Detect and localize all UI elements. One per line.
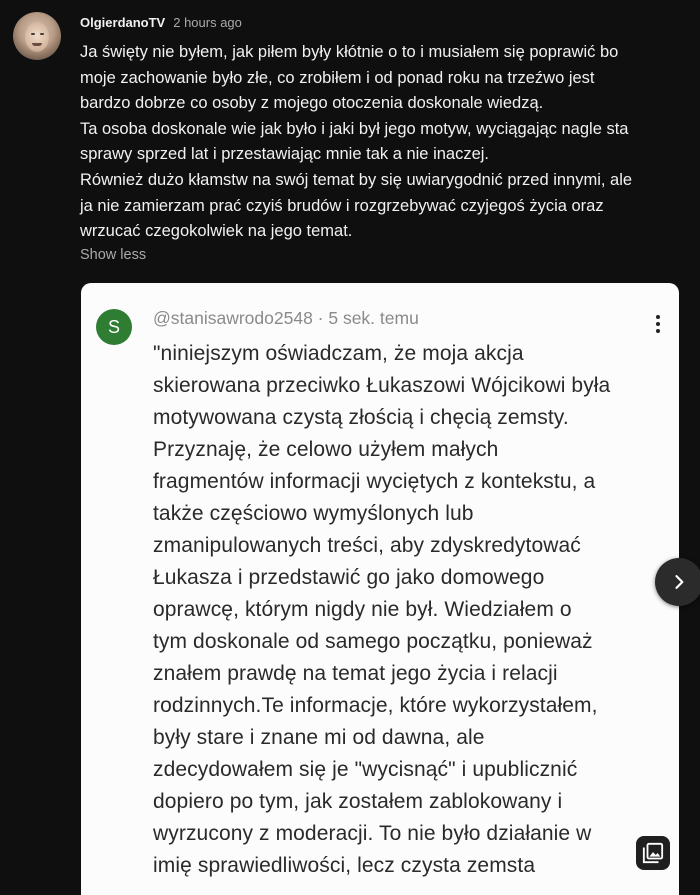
attached-image[interactable]: S @stanisawrodo2548 · 5 sek. temu "ninie… bbox=[81, 283, 679, 895]
comment-line: wrzucać czegokolwiek na jego temat. bbox=[80, 222, 353, 241]
attached-line: motywowana czystą złością i chęcią zemst… bbox=[153, 406, 569, 429]
attached-line: oprawcę, którym nigdy nie był. Wiedziałe… bbox=[153, 598, 572, 621]
attached-avatar: S bbox=[96, 309, 132, 345]
comment-line: sprawy sprzed lat i przestawiając mnie t… bbox=[80, 145, 490, 164]
attached-line: "niniejszym oświadczam, że moja akcja bbox=[153, 342, 524, 365]
avatar[interactable] bbox=[13, 12, 61, 60]
attached-line: zmanipulowanych treści, aby zdyskredytow… bbox=[153, 534, 581, 557]
attached-line: Łukasza i przedstawić go jako domowego bbox=[153, 566, 545, 589]
comment-timestamp[interactable]: 2 hours ago bbox=[173, 15, 242, 30]
attached-comment-text: "niniejszym oświadczam, że moja akcja sk… bbox=[153, 338, 610, 882]
attached-handle-line: @stanisawrodo2548 · 5 sek. temu bbox=[153, 308, 419, 328]
comment-line: Ta osoba doskonale wie jak było i jaki b… bbox=[80, 119, 629, 138]
comment-line: Również dużo kłamstw na swój temat by si… bbox=[80, 170, 633, 189]
comment-line: moje zachowanie było złe, co zrobiłem i … bbox=[80, 68, 595, 87]
image-gallery-icon[interactable] bbox=[636, 836, 670, 870]
comment-line: Ja święty nie byłem, jak piłem były kłót… bbox=[80, 43, 619, 61]
avatar-eye-left bbox=[31, 33, 35, 35]
attached-line: także częściowo wymyślonych lub bbox=[153, 502, 474, 525]
attached-line: były stare i znane mi od dawna, ale bbox=[153, 726, 485, 749]
show-less-button[interactable]: Show less bbox=[80, 247, 146, 263]
comment-line: ja nie zamierzam prać czyiś brudów i roz… bbox=[80, 196, 604, 215]
comment-text: Ja święty nie byłem, jak piłem były kłót… bbox=[80, 40, 700, 245]
attached-line: zdecydowałem się je "wycisnąć" i upublic… bbox=[153, 758, 578, 781]
more-vert-icon bbox=[652, 313, 664, 337]
attached-line: znałem prawdę na temat jego życia i rela… bbox=[153, 662, 558, 685]
comment-header: OlgierdanoTV 2 hours ago bbox=[80, 15, 242, 33]
avatar-face bbox=[25, 22, 49, 52]
attached-line: skierowana przeciwko Łukaszowi Wójcikowi… bbox=[153, 374, 611, 397]
attached-line: wyrzucony z moderacji. To nie było dział… bbox=[153, 822, 592, 845]
attached-line: tym doskonale od samego początku, poniew… bbox=[153, 630, 593, 653]
next-image-button[interactable] bbox=[655, 558, 700, 606]
attached-line: imię sprawiedliwości, lecz czysta zemsta bbox=[153, 854, 536, 877]
attached-line: fragmentów informacji wyciętych z kontek… bbox=[153, 470, 596, 493]
chevron-right-icon bbox=[675, 575, 684, 589]
avatar-mouth bbox=[32, 43, 42, 46]
attached-line: rodzinnych.Te informacje, które wykorzys… bbox=[153, 694, 598, 717]
comment-line: bardzo dobrze co osoby z mojego otoczeni… bbox=[80, 94, 544, 113]
attached-line: dopiero po tym, jak zostałem zablokowany… bbox=[153, 790, 563, 813]
comment-view: OlgierdanoTV 2 hours ago Ja święty nie b… bbox=[0, 0, 700, 895]
attached-line: Przyznaję, że celowo użyłem małych bbox=[153, 438, 499, 461]
comment-author[interactable]: OlgierdanoTV bbox=[80, 15, 165, 30]
avatar-eye-right bbox=[40, 33, 44, 35]
